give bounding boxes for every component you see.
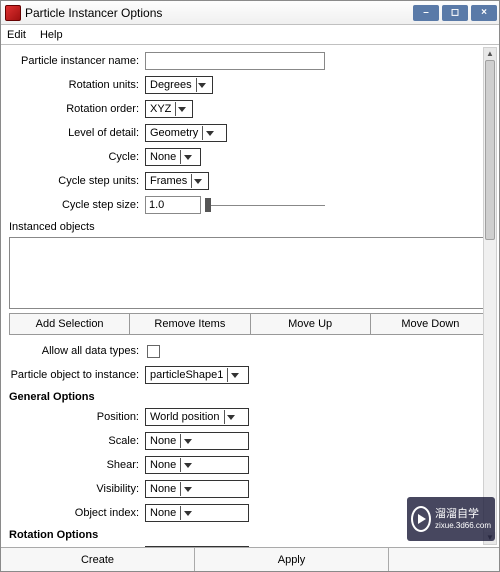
instancer-name-input[interactable] — [145, 52, 325, 70]
instanced-buttons: Add Selection Remove Items Move Up Move … — [9, 313, 491, 335]
chevron-down-icon — [180, 150, 194, 164]
scale-select[interactable]: None — [145, 432, 249, 450]
level-of-detail-label: Level of detail: — [5, 127, 145, 139]
cycle-label: Cycle: — [5, 151, 145, 163]
chevron-down-icon — [224, 410, 238, 424]
chevron-down-icon — [180, 482, 194, 496]
scroll-up-icon[interactable]: ▲ — [484, 48, 496, 60]
level-of-detail-select[interactable]: Geometry — [145, 124, 227, 142]
cycle-step-units-label: Cycle step units: — [5, 175, 145, 187]
instancer-name-label: Particle instancer name: — [5, 55, 145, 67]
position-select[interactable]: World position — [145, 408, 249, 426]
chevron-down-icon — [175, 102, 188, 116]
chevron-down-icon — [180, 434, 194, 448]
move-up-button[interactable]: Move Up — [251, 314, 371, 334]
remove-items-button[interactable]: Remove Items — [130, 314, 250, 334]
minimize-button[interactable]: – — [413, 5, 439, 21]
window-buttons: – ◻ × — [413, 5, 497, 21]
visibility-label: Visibility: — [5, 483, 145, 495]
position-label: Position: — [5, 411, 145, 423]
object-index-select[interactable]: None — [145, 504, 249, 522]
scale-label: Scale: — [5, 435, 145, 447]
content-area: Particle instancer name: Rotation units:… — [1, 45, 499, 547]
particle-object-select[interactable]: particleShape1 — [145, 366, 249, 384]
general-options-header: General Options — [9, 391, 495, 403]
chevron-down-icon — [202, 126, 216, 140]
rotation-order-select[interactable]: XYZ — [145, 100, 193, 118]
rotation-units-label: Rotation units: — [5, 79, 145, 91]
shear-label: Shear: — [5, 459, 145, 471]
add-selection-button[interactable]: Add Selection — [10, 314, 130, 334]
object-index-label: Object index: — [5, 507, 145, 519]
cycle-step-size-input[interactable] — [145, 196, 201, 214]
watermark-overlay: 溜溜自学 zixue.3d66.com — [407, 497, 495, 541]
particle-object-label: Particle object to instance: — [5, 369, 145, 381]
apply-button[interactable]: Apply — [195, 548, 389, 571]
footer-spacer — [389, 548, 499, 571]
titlebar: Particle Instancer Options – ◻ × — [1, 1, 499, 25]
chevron-down-icon — [180, 506, 194, 520]
app-icon — [5, 5, 21, 21]
rotation-type-select[interactable]: None — [145, 546, 249, 547]
shear-select[interactable]: None — [145, 456, 249, 474]
rotation-order-label: Rotation order: — [5, 103, 145, 115]
slider-handle[interactable] — [205, 198, 211, 212]
visibility-select[interactable]: None — [145, 480, 249, 498]
menubar: Edit Help — [1, 25, 499, 45]
footer: Create Apply — [1, 547, 499, 571]
menu-help[interactable]: Help — [40, 29, 63, 41]
close-button[interactable]: × — [471, 5, 497, 21]
instanced-objects-list[interactable] — [9, 237, 491, 309]
maximize-button[interactable]: ◻ — [442, 5, 468, 21]
chevron-down-icon — [227, 368, 241, 382]
cycle-select[interactable]: None — [145, 148, 201, 166]
vertical-scrollbar[interactable]: ▲ ▼ — [483, 47, 497, 545]
window-title: Particle Instancer Options — [25, 6, 413, 20]
allow-all-checkbox[interactable] — [147, 345, 160, 358]
create-button[interactable]: Create — [1, 548, 195, 571]
allow-all-label: Allow all data types: — [5, 345, 145, 357]
cycle-step-size-label: Cycle step size: — [5, 199, 145, 211]
menu-edit[interactable]: Edit — [7, 29, 26, 41]
chevron-down-icon — [196, 78, 208, 92]
cycle-step-units-select[interactable]: Frames — [145, 172, 209, 190]
chevron-down-icon — [191, 174, 204, 188]
scrollbar-thumb[interactable] — [485, 60, 495, 240]
watermark-text: 溜溜自学 zixue.3d66.com — [435, 508, 491, 531]
rotation-units-select[interactable]: Degrees — [145, 76, 213, 94]
chevron-down-icon — [180, 458, 194, 472]
play-icon — [411, 506, 431, 532]
instanced-objects-header: Instanced objects — [9, 221, 495, 233]
cycle-step-size-slider[interactable] — [205, 196, 325, 214]
move-down-button[interactable]: Move Down — [371, 314, 490, 334]
